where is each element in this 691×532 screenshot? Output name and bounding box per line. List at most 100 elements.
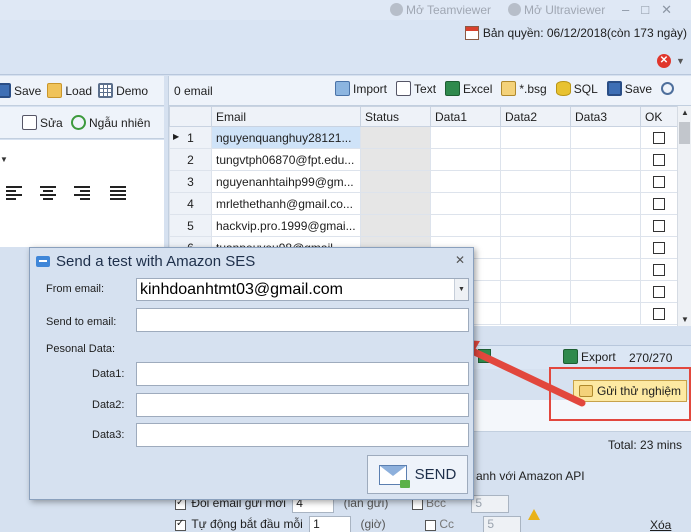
- chevron-down-icon[interactable]: ▼: [676, 56, 685, 66]
- scroll-down-icon[interactable]: ▼: [681, 315, 689, 324]
- send-to-label: Send to email:: [46, 316, 117, 328]
- cc-checkbox[interactable]: [425, 519, 437, 531]
- ok-checkbox[interactable]: [653, 220, 665, 233]
- col-header-data3[interactable]: Data3: [570, 106, 641, 127]
- data2-cell[interactable]: [500, 192, 571, 215]
- align-justify-icon[interactable]: [110, 186, 126, 200]
- chevron-down-icon[interactable]: ▼: [454, 279, 468, 300]
- col-header-email[interactable]: Email: [211, 106, 361, 127]
- random-button[interactable]: Ngẫu nhiên: [71, 115, 150, 130]
- align-left-icon[interactable]: [6, 186, 22, 200]
- status-cell[interactable]: [360, 192, 431, 215]
- status-cell[interactable]: [360, 148, 431, 171]
- load-button[interactable]: Load: [47, 83, 92, 98]
- ok-checkbox[interactable]: [653, 286, 665, 299]
- ok-checkbox[interactable]: [653, 242, 665, 255]
- status-cell[interactable]: [360, 126, 431, 149]
- data3-cell[interactable]: [570, 126, 641, 149]
- table-row[interactable]: 2 tungvtph06870@fpt.edu...: [169, 148, 679, 171]
- grid-save-button[interactable]: Save: [606, 81, 652, 96]
- email-cell[interactable]: hackvip.pro.1999@gmai...: [211, 214, 361, 237]
- email-cell[interactable]: tungvtph06870@fpt.edu...: [211, 148, 361, 171]
- data3-cell[interactable]: [570, 236, 641, 259]
- resend-checkbox[interactable]: [175, 497, 186, 510]
- data3-cell[interactable]: [570, 302, 641, 325]
- data3-cell[interactable]: [570, 280, 641, 303]
- excel-button[interactable]: Excel: [445, 81, 492, 96]
- email-cell[interactable]: nguyenquanghuy28121...: [211, 126, 361, 149]
- edit-button[interactable]: Sửa: [22, 115, 63, 130]
- minimize-button[interactable]: –: [622, 2, 629, 17]
- delete-link[interactable]: Xóa: [650, 518, 671, 532]
- align-center-icon[interactable]: [40, 186, 56, 200]
- send-to-input[interactable]: [136, 308, 469, 332]
- table-row[interactable]: 1 ▶ nguyenquanghuy28121...: [169, 126, 679, 149]
- data2-label: Data2:: [92, 399, 125, 411]
- data1-cell[interactable]: [430, 170, 501, 193]
- data1-cell[interactable]: [430, 126, 501, 149]
- status-cell[interactable]: [360, 170, 431, 193]
- data2-cell[interactable]: [500, 148, 571, 171]
- scroll-thumb[interactable]: [679, 122, 690, 144]
- send-button[interactable]: SEND: [367, 455, 468, 494]
- ok-checkbox[interactable]: [653, 264, 665, 277]
- data1-cell[interactable]: [430, 148, 501, 171]
- bcc-checkbox[interactable]: [411, 498, 423, 510]
- autostart-spinner[interactable]: 1: [309, 516, 352, 532]
- demo-button[interactable]: Demo: [98, 83, 148, 98]
- data3-cell[interactable]: [570, 214, 641, 237]
- data2-cell[interactable]: [500, 214, 571, 237]
- bsg-button[interactable]: *.bsg: [501, 81, 547, 96]
- vertical-scrollbar[interactable]: ▲ ▼: [677, 106, 691, 326]
- left-save-button[interactable]: Save: [0, 83, 41, 98]
- dialog-close-button[interactable]: ✕: [455, 253, 465, 267]
- autostart-checkbox[interactable]: [175, 518, 186, 531]
- data2-cell[interactable]: [500, 258, 571, 281]
- col-header-data1[interactable]: Data1: [430, 106, 501, 127]
- close-red-icon[interactable]: ✕: [657, 54, 671, 68]
- bcc-spinner[interactable]: 5: [471, 495, 510, 513]
- ok-checkbox[interactable]: [653, 198, 665, 211]
- data3-cell[interactable]: [570, 258, 641, 281]
- data3-cell[interactable]: [570, 148, 641, 171]
- open-teamviewer-button[interactable]: Mở Teamviewer: [390, 1, 491, 18]
- search-icon[interactable]: [661, 82, 675, 95]
- data2-cell[interactable]: [500, 280, 571, 303]
- data2-cell[interactable]: [500, 236, 571, 259]
- ok-checkbox[interactable]: [653, 132, 665, 145]
- close-window-button[interactable]: ✕: [661, 2, 672, 18]
- from-email-select[interactable]: kinhdoanhtmt03@gmail.com ▼: [136, 278, 469, 301]
- email-cell[interactable]: mrlethethanh@gmail.co...: [211, 192, 361, 215]
- restore-button[interactable]: □: [641, 2, 649, 17]
- ok-checkbox[interactable]: [653, 176, 665, 189]
- text-button[interactable]: Text: [396, 81, 436, 96]
- ok-checkbox[interactable]: [653, 154, 665, 167]
- align-right-icon[interactable]: [74, 186, 90, 200]
- data3-cell[interactable]: [570, 170, 641, 193]
- dropdown-arrow-icon[interactable]: ▼: [0, 155, 8, 164]
- data1-cell[interactable]: [430, 214, 501, 237]
- data2-cell[interactable]: [500, 302, 571, 325]
- data2-cell[interactable]: [500, 126, 571, 149]
- data1-cell[interactable]: [430, 192, 501, 215]
- import-button[interactable]: Import: [335, 81, 387, 96]
- ok-checkbox[interactable]: [653, 308, 665, 321]
- table-row[interactable]: 4 mrlethethanh@gmail.co...: [169, 192, 679, 215]
- row-number: 2: [169, 148, 212, 171]
- data2-cell[interactable]: [500, 170, 571, 193]
- sql-button[interactable]: SQL: [555, 81, 598, 96]
- table-row[interactable]: 5 hackvip.pro.1999@gmai...: [169, 214, 679, 237]
- data3-cell[interactable]: [570, 192, 641, 215]
- cc-spinner[interactable]: 5: [483, 516, 522, 532]
- data1-input[interactable]: [136, 362, 469, 386]
- data3-input[interactable]: [136, 423, 469, 447]
- email-cell[interactable]: nguyenanhtaihp99@gm...: [211, 170, 361, 193]
- status-cell[interactable]: [360, 214, 431, 237]
- col-header-data2[interactable]: Data2: [500, 106, 571, 127]
- table-row[interactable]: 3 nguyenanhtaihp99@gm...: [169, 170, 679, 193]
- col-header-status[interactable]: Status: [360, 106, 431, 127]
- open-ultraviewer-button[interactable]: Mở Ultraviewer: [508, 1, 605, 18]
- scroll-up-icon[interactable]: ▲: [681, 108, 689, 117]
- data2-input[interactable]: [136, 393, 469, 417]
- col-header-ok[interactable]: OK: [640, 106, 679, 127]
